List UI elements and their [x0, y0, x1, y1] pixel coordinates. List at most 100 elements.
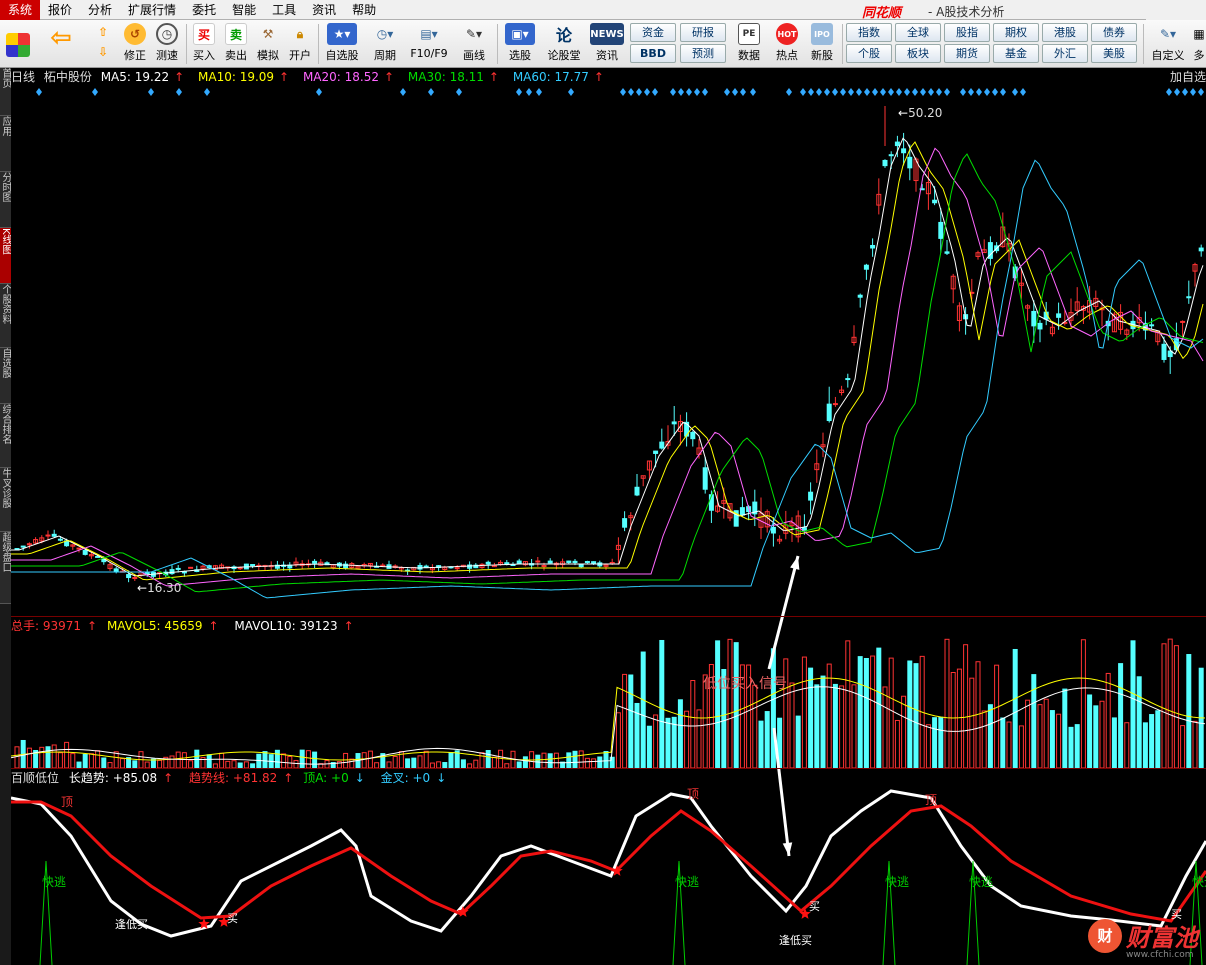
back-button[interactable]: ⇦ — [50, 23, 72, 53]
candle — [845, 378, 851, 381]
customize-button[interactable]: ✎▾ 自定义 — [1148, 23, 1188, 63]
candle — [1149, 324, 1155, 327]
candle — [584, 560, 590, 563]
tab-apps[interactable]: 应用 — [0, 116, 11, 172]
menu-analysis[interactable]: 分析 — [80, 0, 120, 20]
forecast-button[interactable]: 预测 — [680, 44, 726, 63]
signal-diamond — [928, 88, 934, 96]
signal-diamond — [800, 88, 806, 96]
f10-button[interactable]: ▤▾ F10/F9 — [408, 23, 450, 60]
options-button[interactable]: 期权 — [993, 23, 1039, 42]
candle — [126, 574, 132, 579]
tab-kline[interactable]: K线图 — [0, 228, 11, 284]
tab-diagnosis[interactable]: 牛叉诊股 — [0, 468, 11, 532]
volume-bar — [39, 746, 45, 769]
volume-bar — [367, 750, 373, 769]
grid-b5: 港股 外汇 — [1042, 23, 1088, 63]
research-button[interactable]: 研报 — [680, 23, 726, 42]
ma20-value: MA20: 18.52 ↑ — [302, 70, 395, 84]
signal-diamond — [786, 88, 792, 96]
add-watchlist-link[interactable]: 加自选 — [1170, 68, 1206, 86]
single-stock-button[interactable]: 个股 — [846, 44, 892, 63]
signal-diamond — [872, 88, 878, 96]
open-account-button[interactable]: 🔒︎ 开户 — [286, 23, 314, 63]
volume-bar — [665, 717, 671, 769]
fix-button[interactable]: ↺ 修正 — [121, 23, 149, 63]
tab-watchlist[interactable]: 自选股 — [0, 348, 11, 404]
menu-help[interactable]: 帮助 — [344, 0, 384, 20]
signal-diamond — [636, 88, 642, 96]
volume-bar — [479, 752, 485, 769]
bond-button[interactable]: 债券 — [1091, 23, 1137, 42]
volume-bar — [925, 724, 931, 769]
simulate-label: 模拟 — [257, 49, 279, 62]
menu-tools[interactable]: 工具 — [264, 0, 304, 20]
candle — [653, 450, 659, 454]
volume-bar — [987, 704, 993, 769]
simulate-button[interactable]: ⚒ 模拟 — [254, 23, 282, 63]
futures-button[interactable]: 期货 — [944, 44, 990, 63]
stock-picker-button[interactable]: ▣▾ 选股 — [500, 23, 540, 63]
signal-diamond — [816, 88, 822, 96]
menu-system[interactable]: 系统 — [0, 0, 41, 20]
open-account-label: 开户 — [289, 49, 311, 62]
buy-icon: 买 — [193, 23, 215, 45]
tab-ranking[interactable]: 综合排名 — [0, 404, 11, 468]
tab-intraday[interactable]: 分时图 — [0, 172, 11, 228]
ma-info-bar: 日线 柘中股份 MA5: 19.22 ↑ MA10: 19.09 ↑ MA20: 1… — [11, 68, 1206, 86]
signal-diamond — [920, 88, 926, 96]
volume-bar — [299, 749, 305, 769]
tab-home[interactable]: 首页 — [0, 68, 11, 116]
volume-bar — [591, 758, 597, 769]
menu-order[interactable]: 委托 — [184, 0, 224, 20]
home-button[interactable] — [6, 23, 30, 59]
us-stock-button[interactable]: 美股 — [1091, 44, 1137, 63]
volume-bar — [95, 750, 101, 769]
period-label: 周期 — [374, 49, 396, 62]
candle — [541, 565, 547, 568]
candle — [188, 566, 194, 569]
volume-bar — [888, 657, 894, 769]
forex-button[interactable]: 外汇 — [1042, 44, 1088, 63]
up-down-button[interactable]: ⇧ ⇩ — [90, 23, 116, 63]
menu-news[interactable]: 资讯 — [304, 0, 344, 20]
signal-diamond — [808, 88, 814, 96]
hk-stock-button[interactable]: 港股 — [1042, 23, 1088, 42]
index-button[interactable]: 指数 — [846, 23, 892, 42]
watchlist-button[interactable]: ★▾ 自选股 — [322, 23, 362, 63]
signal-diamond — [824, 88, 830, 96]
stock-index-button[interactable]: 股指 — [944, 23, 990, 42]
sector-button[interactable]: 板块 — [895, 44, 941, 63]
sell-button[interactable]: 卖 卖出 — [222, 23, 250, 63]
forum-button[interactable]: 论 论股堂 — [544, 23, 584, 63]
volume-bar — [175, 751, 181, 769]
ipo-button[interactable]: IPO 新股 — [806, 23, 838, 63]
buy-button[interactable]: 买 买入 — [190, 23, 218, 63]
menu-smart[interactable]: 智能 — [224, 0, 264, 20]
volume-bar — [994, 664, 1000, 769]
tab-profile[interactable]: 个股资料 — [0, 284, 11, 348]
speed-test-button[interactable]: ◷ 测速 — [153, 23, 181, 63]
draw-line-button[interactable]: ✎▾ 画线 — [454, 23, 494, 63]
menu-quote[interactable]: 报价 — [40, 0, 80, 20]
volume-bar — [1161, 643, 1167, 769]
kline-chart[interactable]: 快逃快逃快逃快逃快逃顶顶顶买买买逢低买逢低买 — [11, 86, 1206, 965]
news-button[interactable]: NEWS 资讯 — [588, 23, 626, 63]
signal-diamond — [968, 88, 974, 96]
volume-bar — [1173, 645, 1179, 769]
capital-button[interactable]: 资金 — [630, 23, 676, 42]
signal-diamond — [176, 88, 182, 96]
global-button[interactable]: 全球 — [895, 23, 941, 42]
volume-bar — [305, 750, 311, 769]
fund-button[interactable]: 基金 — [993, 44, 1039, 63]
top-label: 顶 — [687, 787, 699, 801]
volume-bar — [932, 717, 938, 769]
data-button[interactable]: PE 数据 — [734, 23, 764, 63]
hot-icon: HOT — [776, 23, 798, 45]
menu-extended-quote[interactable]: 扩展行情 — [120, 0, 184, 20]
period-button[interactable]: ◷▾ 周期 — [366, 23, 404, 63]
more-button[interactable]: ▦ 多 — [1192, 23, 1206, 63]
tab-super-level[interactable]: 超级盘口 — [0, 532, 11, 604]
hot-button[interactable]: HOT 热点 — [772, 23, 802, 63]
bbd-button[interactable]: BBD — [630, 44, 676, 63]
